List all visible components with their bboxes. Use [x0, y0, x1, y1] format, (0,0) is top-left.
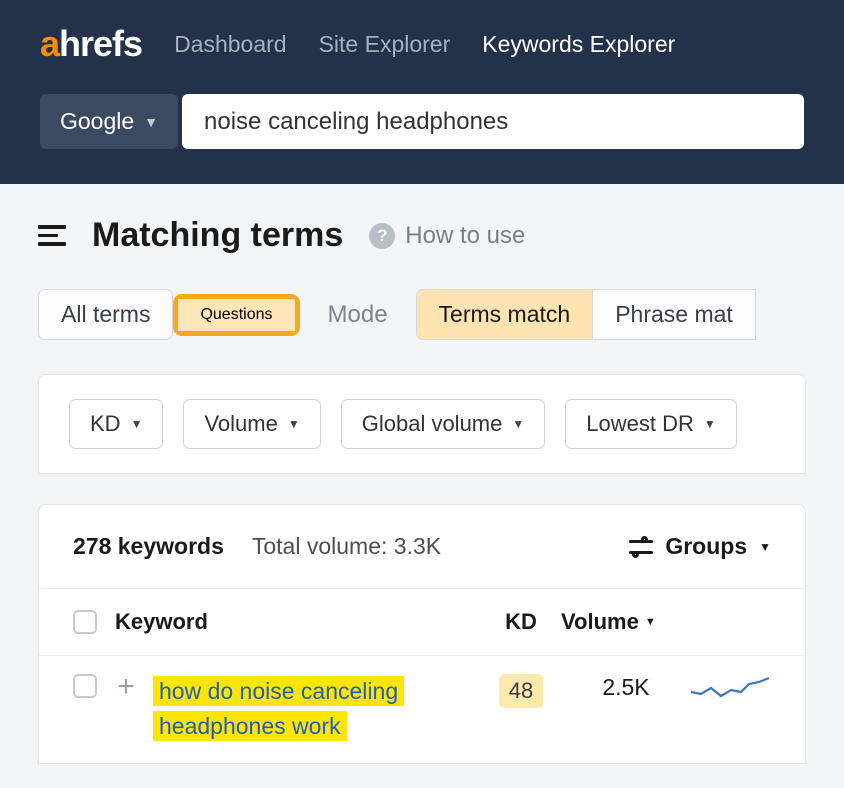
- tab-all-terms[interactable]: All terms: [39, 290, 172, 339]
- keyword-count: 278 keywords: [73, 533, 224, 560]
- caret-down-icon: ▼: [288, 417, 300, 431]
- groups-label: Groups: [665, 533, 747, 560]
- tab-terms-match[interactable]: Terms match: [417, 290, 593, 339]
- filter-volume[interactable]: Volume ▼: [183, 399, 320, 449]
- page-header: Matching terms ? How to use: [38, 216, 806, 255]
- menu-icon[interactable]: [38, 220, 66, 251]
- tab-questions[interactable]: Questions: [178, 299, 294, 331]
- nav-dashboard[interactable]: Dashboard: [174, 31, 287, 58]
- logo-a: a: [40, 23, 59, 64]
- filter-bar: KD ▼ Volume ▼ Global volume ▼ Lowest DR …: [38, 374, 806, 474]
- column-volume-label: Volume: [561, 609, 639, 635]
- filter-global-volume-label: Global volume: [362, 411, 503, 437]
- how-to-use-label: How to use: [405, 222, 525, 250]
- total-volume: Total volume: 3.3K: [252, 533, 441, 560]
- column-volume[interactable]: Volume ▼: [561, 609, 691, 635]
- kd-cell: 48: [481, 674, 561, 708]
- column-kd[interactable]: KD: [481, 609, 561, 635]
- table-header-row: Keyword KD Volume ▼: [39, 588, 805, 655]
- groups-toggle[interactable]: Groups ▼: [629, 533, 771, 560]
- terms-segment: All terms: [38, 289, 173, 340]
- caret-down-icon: ▼: [704, 417, 716, 431]
- search-bar: Google ▼: [0, 88, 844, 184]
- tab-questions-highlight: Questions: [173, 294, 299, 336]
- search-engine-label: Google: [60, 108, 134, 135]
- volume-cell: 2.5K: [561, 674, 691, 701]
- page-title: Matching terms: [92, 216, 343, 255]
- select-all-checkbox[interactable]: [73, 610, 97, 634]
- sparkline-icon: [691, 674, 769, 704]
- table-row: + how do noise canceling headphones work…: [39, 655, 805, 763]
- logo-text: hrefs: [59, 23, 142, 64]
- top-navigation: ahrefs Dashboard Site Explorer Keywords …: [0, 0, 844, 88]
- nav-site-explorer[interactable]: Site Explorer: [319, 31, 451, 58]
- mode-label: Mode: [328, 301, 388, 329]
- phrase-segment: Phrase mat: [593, 289, 756, 340]
- caret-down-icon: ▼: [512, 417, 524, 431]
- results-header: 278 keywords Total volume: 3.3K Groups ▼: [39, 505, 805, 588]
- keyword-cell[interactable]: how do noise canceling headphones work: [153, 674, 481, 743]
- sort-desc-icon: ▼: [645, 616, 656, 628]
- row-checkbox[interactable]: [73, 674, 97, 698]
- filter-kd[interactable]: KD ▼: [69, 399, 163, 449]
- kd-badge: 48: [499, 674, 543, 708]
- results-panel: 278 keywords Total volume: 3.3K Groups ▼…: [38, 504, 806, 764]
- trend-cell: [691, 674, 771, 710]
- keyword-text: how do noise canceling headphones work: [153, 676, 404, 741]
- caret-down-icon: ▼: [759, 540, 771, 554]
- caret-down-icon: ▼: [144, 114, 158, 130]
- sliders-icon: [629, 537, 653, 557]
- filter-kd-label: KD: [90, 411, 121, 437]
- help-icon: ?: [369, 223, 395, 249]
- column-keyword[interactable]: Keyword: [115, 609, 481, 635]
- tab-phrase-match[interactable]: Phrase mat: [593, 290, 755, 339]
- filter-volume-label: Volume: [204, 411, 277, 437]
- how-to-use-link[interactable]: ? How to use: [369, 222, 525, 250]
- keyword-search-input[interactable]: [182, 94, 804, 149]
- filter-lowest-dr[interactable]: Lowest DR ▼: [565, 399, 736, 449]
- filter-tabs: All terms Questions Mode Terms match Phr…: [38, 289, 806, 340]
- match-segment: Terms match: [416, 289, 594, 340]
- logo[interactable]: ahrefs: [40, 23, 142, 65]
- caret-down-icon: ▼: [131, 417, 143, 431]
- expand-icon[interactable]: +: [113, 674, 139, 700]
- search-engine-select[interactable]: Google ▼: [40, 94, 178, 149]
- nav-keywords-explorer[interactable]: Keywords Explorer: [482, 31, 675, 58]
- filter-global-volume[interactable]: Global volume ▼: [341, 399, 546, 449]
- filter-lowest-dr-label: Lowest DR: [586, 411, 694, 437]
